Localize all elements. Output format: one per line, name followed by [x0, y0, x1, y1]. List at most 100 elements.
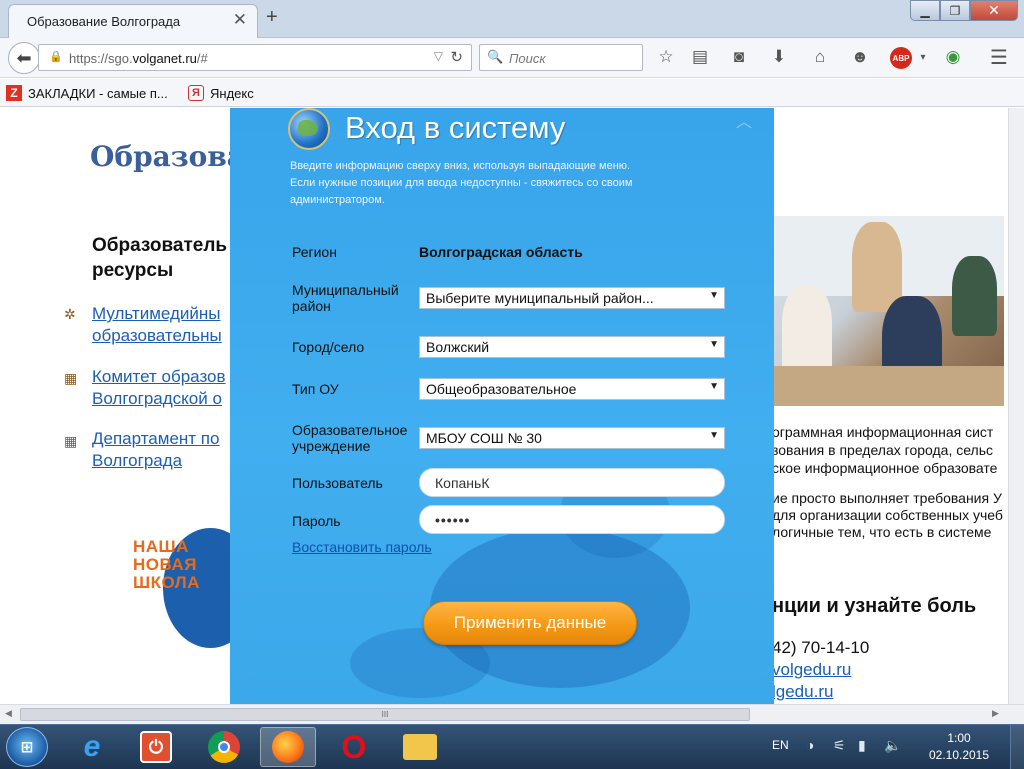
chrome-icon — [208, 731, 240, 763]
new-tab-icon[interactable]: + — [266, 6, 278, 29]
tab-title: Образование Волгограда — [27, 14, 181, 29]
region-label: Регион — [292, 244, 337, 260]
close-tab-icon[interactable]: ✕ — [233, 10, 247, 30]
chat-icon[interactable]: ☻ — [849, 46, 871, 68]
abp-dropdown-icon[interactable]: ▾ — [912, 46, 934, 68]
password-input[interactable]: •••••• — [419, 505, 725, 534]
collapse-icon[interactable]: ︿ — [736, 108, 752, 132]
url-history-dropdown-icon[interactable]: ▽ — [434, 49, 443, 63]
address-bar[interactable]: 🔒 https://sgo.volganet.ru/# ▽ ↻ — [38, 44, 472, 71]
district-select[interactable]: Выберите муниципальный район... ▼ — [419, 287, 725, 309]
scroll-right-icon[interactable]: ▶ — [992, 708, 999, 719]
bookmarks-bar: Z ЗАКЛАДКИ - самые п... Я Яндекс — [0, 79, 1024, 107]
horizontal-scrollbar[interactable]: ◀ III ▶ — [0, 704, 1024, 724]
minimize-button[interactable]: ▁ — [910, 0, 940, 21]
page-vertical-scrollbar[interactable] — [1008, 108, 1024, 704]
dropdown-caret-icon: ▼ — [709, 339, 719, 350]
region-value: Волгоградская область — [419, 244, 583, 260]
language-indicator[interactable]: EN — [772, 738, 789, 752]
site-title: Образова — [90, 140, 245, 173]
signal-icon[interactable]: ▮ — [858, 737, 866, 754]
login-description: Введите информацию сверху вниз, использу… — [290, 160, 633, 206]
scrollbar-thumb[interactable]: III — [20, 708, 750, 721]
dropdown-caret-icon: ▼ — [709, 381, 719, 392]
taskbar-clock[interactable]: 1:00 02.10.2015 — [918, 730, 1000, 764]
username-input[interactable]: КопаньК — [419, 468, 725, 497]
taskbar-firefox[interactable] — [260, 727, 316, 767]
back-arrow-icon: ⬅ — [16, 47, 32, 68]
side-text-line: ограммная информационная сист — [772, 424, 994, 440]
globe-icon — [288, 108, 330, 150]
school-select[interactable]: МБОУ СОШ № 30 ▼ — [419, 427, 725, 449]
taskbar-internet-explorer[interactable]: e — [64, 727, 120, 767]
network-globe-icon[interactable]: ◑ — [806, 737, 814, 753]
resources-heading: Образователь ресурсы — [92, 235, 228, 281]
wifi-icon[interactable]: ⚟ — [833, 737, 846, 754]
pocket-icon[interactable]: ◙ — [728, 46, 750, 68]
building-icon: ▦ — [64, 433, 78, 449]
city-select[interactable]: Волжский ▼ — [419, 336, 725, 358]
nasha-novaya-shkola-logo[interactable]: НАША НОВАЯ ШКОЛА — [133, 518, 258, 648]
link-committee[interactable]: Комитет образов Волгоградской о — [92, 366, 226, 410]
search-icon: 🔍 — [487, 49, 504, 64]
scroll-left-icon[interactable]: ◀ — [5, 708, 12, 719]
contact-heading: нции и узнайте боль — [772, 595, 977, 617]
contact-link-2[interactable]: lgedu.ru — [772, 682, 833, 702]
apply-button[interactable]: Применить данные — [423, 601, 637, 645]
school-type-label: Тип ОУ — [292, 381, 339, 397]
side-text-line: зования в пределах города, сельс — [772, 442, 994, 458]
navigation-bar: ⬅ 🔒 https://sgo.volganet.ru/# ▽ ↻ 🔍 Поис… — [0, 38, 1024, 78]
contact-phone: 42) 70-14-10 — [772, 638, 870, 657]
browser-tab[interactable]: Образование Волгограда ✕ — [8, 4, 258, 38]
city-label: Город/село — [292, 339, 365, 355]
show-desktop-button[interactable] — [1010, 725, 1024, 769]
search-box[interactable]: 🔍 Поиск — [479, 44, 643, 71]
firefox-icon — [272, 731, 304, 763]
classroom-photo — [772, 216, 1004, 406]
dropdown-caret-icon: ▼ — [709, 290, 719, 301]
opera-icon: O — [341, 728, 367, 765]
reload-icon[interactable]: ↻ — [450, 48, 463, 66]
home-icon[interactable]: ⌂ — [809, 46, 831, 68]
login-title: Вход в систему — [345, 110, 566, 145]
side-text-line: для организации собственных учеб — [772, 507, 1003, 523]
yandex-icon: Я — [188, 85, 204, 101]
school-type-select[interactable]: Общеобразовательное ▼ — [419, 378, 725, 400]
restore-password-link[interactable]: Восстановить пароль — [292, 539, 432, 555]
folder-icon — [403, 734, 437, 760]
side-text-line: логичные тем, что есть в системе — [772, 524, 992, 540]
taskbar-chrome[interactable] — [196, 727, 252, 767]
school-label: Образовательное учреждение — [292, 422, 408, 454]
volume-icon[interactable]: 🔈 — [884, 737, 901, 754]
browser-titlebar: Образование Волгограда ✕ + ▁ ❐ ✕ — [0, 0, 1024, 38]
side-text-line: ское информационное образовате — [772, 460, 998, 476]
taskbar-file-explorer[interactable] — [392, 727, 448, 767]
url-text: https://sgo.volganet.ru/# — [69, 51, 208, 66]
downloads-icon[interactable]: ⬇ — [768, 46, 790, 68]
district-label: Муниципальный район — [292, 282, 399, 314]
password-label: Пароль — [292, 513, 341, 529]
username-label: Пользователь — [292, 475, 383, 491]
link-department[interactable]: Департамент по Волгограда — [92, 428, 219, 472]
lock-icon: 🔒 — [49, 51, 63, 63]
reading-list-icon[interactable]: ▤ — [689, 46, 711, 68]
start-button[interactable]: ⊞ — [6, 727, 48, 767]
menu-icon[interactable]: ☰ — [988, 46, 1010, 69]
adblock-icon[interactable]: ABP — [890, 47, 912, 69]
contact-link-1[interactable]: volgedu.ru — [772, 660, 851, 680]
taskbar-power-app[interactable]: ⏻ — [128, 727, 184, 767]
window-close-button[interactable]: ✕ — [970, 0, 1018, 21]
bookmark-yandex[interactable]: Я Яндекс — [188, 85, 254, 101]
internet-explorer-icon: e — [83, 730, 101, 763]
addon-icon[interactable]: ◉ — [942, 46, 964, 68]
building-icon: ▦ — [64, 370, 78, 386]
back-button[interactable]: ⬅ — [8, 42, 40, 74]
bookmark-zakladki[interactable]: Z ЗАКЛАДКИ - самые п... — [6, 85, 168, 101]
link-multimedia[interactable]: Мультимедийны образовательны — [92, 303, 222, 347]
window-controls: ▁ ❐ ✕ — [910, 0, 1018, 22]
dropdown-caret-icon: ▼ — [709, 430, 719, 441]
login-modal: ︿ Вход в систему Введите информацию свер… — [230, 108, 774, 704]
maximize-button[interactable]: ❐ — [940, 0, 970, 21]
bookmark-star-icon[interactable]: ☆ — [655, 46, 677, 68]
taskbar-opera[interactable]: O — [326, 727, 382, 767]
